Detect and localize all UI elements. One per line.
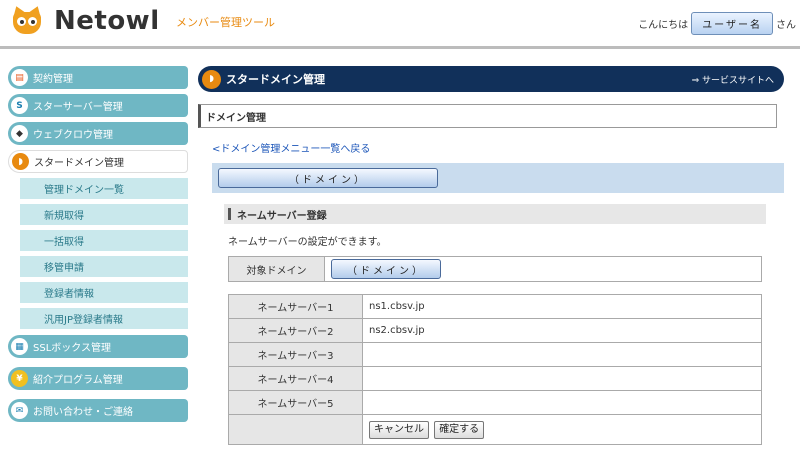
user-greeting: こんにちは ユーザー名 さん — [638, 12, 796, 35]
confirm-button[interactable]: 確定する — [434, 420, 485, 439]
sidebar-sub-domain-list[interactable]: 管理ドメイン一覧 — [20, 178, 188, 199]
target-domain-row: 対象ドメイン （ドメイン） — [228, 256, 762, 282]
star-domain-icon: ◗ — [202, 69, 221, 89]
nameserver-value — [362, 342, 762, 367]
action-cell: キャンセル 確定する — [362, 414, 762, 445]
sidebar-item-webcrow[interactable]: ◆ ウェブクロウ管理 — [8, 122, 188, 145]
domain-button[interactable]: （ドメイン） — [218, 168, 438, 188]
sidebar-item-contact[interactable]: ✉ お問い合わせ・ご連絡 — [8, 399, 188, 422]
header: Netowl メンバー管理ツール こんにちは ユーザー名 さん — [0, 0, 800, 46]
sidebar-item-label: スターサーバー管理 — [33, 102, 123, 113]
section-description: ネームサーバーの設定ができます。 — [228, 237, 387, 248]
target-domain-button[interactable]: （ドメイン） — [331, 259, 441, 279]
nameserver-label: ネームサーバー1 — [228, 294, 363, 319]
sidebar-item-label: スタードメイン管理 — [34, 158, 124, 169]
sidebar-item-label: お問い合わせ・ご連絡 — [33, 407, 133, 418]
section-title-text: ネームサーバー登録 — [237, 210, 327, 222]
section-marker — [228, 208, 231, 220]
ssl-box-icon: ▦ — [11, 338, 28, 355]
table-row: ネームサーバー4 — [228, 366, 762, 391]
user-name-button[interactable]: ユーザー名 — [691, 12, 773, 35]
sidebar-sub-jp-registrant[interactable]: 汎用JP登録者情報 — [20, 308, 188, 329]
logo[interactable]: Netowl — [9, 3, 160, 36]
nameserver-value: ns2.cbsv.jp — [362, 318, 762, 343]
table-row: ネームサーバー3 — [228, 342, 762, 367]
webcrow-icon: ◆ — [11, 125, 28, 142]
mail-icon: ✉ — [11, 402, 28, 419]
tool-name: メンバー管理ツール — [176, 16, 275, 29]
sidebar-item-referral[interactable]: ¥ 紹介プログラム管理 — [8, 367, 188, 390]
domain-management-heading: ドメイン管理 — [198, 104, 777, 128]
nameserver-section: ネームサーバー登録 ネームサーバーの設定ができます。 対象ドメイン （ドメイン）… — [224, 204, 766, 445]
page-title: スタードメイン管理 — [226, 73, 325, 86]
sidebar-sub-transfer[interactable]: 移管申請 — [20, 256, 188, 277]
referral-icon: ¥ — [11, 370, 28, 387]
nameserver-table: ネームサーバー1 ns1.cbsv.jp ネームサーバー2 ns2.cbsv.j… — [228, 294, 762, 445]
nameserver-label: ネームサーバー2 — [228, 318, 363, 343]
table-row: キャンセル 確定する — [228, 414, 762, 445]
star-server-icon: S — [11, 97, 28, 114]
nameserver-label: ネームサーバー3 — [228, 342, 363, 367]
sidebar-item-label: ウェブクロウ管理 — [33, 130, 113, 141]
section-title: ネームサーバー登録 — [224, 204, 766, 224]
service-site-link[interactable]: ⇒ サービスサイトへ — [692, 73, 774, 86]
sidebar-item-ssl-box[interactable]: ▦ SSLボックス管理 — [8, 335, 188, 358]
table-row: ネームサーバー1 ns1.cbsv.jp — [228, 294, 762, 319]
page-title-bar: ◗ スタードメイン管理 ⇒ サービスサイトへ — [198, 66, 784, 92]
sidebar: ▤ 契約管理 S スターサーバー管理 ◆ ウェブクロウ管理 ◗ スタードメイン管… — [8, 66, 188, 427]
sidebar-item-star-server[interactable]: S スターサーバー管理 — [8, 94, 188, 117]
nameserver-value: ns1.cbsv.jp — [362, 294, 762, 319]
sidebar-sub-new[interactable]: 新規取得 — [20, 204, 188, 225]
owl-logo-icon — [9, 3, 45, 36]
target-domain-label: 対象ドメイン — [229, 257, 325, 281]
sidebar-item-label: 紹介プログラム管理 — [33, 375, 123, 386]
sidebar-item-star-domain[interactable]: ◗ スタードメイン管理 — [8, 150, 188, 173]
nameserver-label: ネームサーバー4 — [228, 366, 363, 391]
main-content: ◗ スタードメイン管理 ⇒ サービスサイトへ ドメイン管理 <ドメイン管理メニュ… — [198, 66, 784, 193]
sidebar-sub-bulk[interactable]: 一括取得 — [20, 230, 188, 251]
greeting-prefix: こんにちは — [638, 20, 689, 31]
contract-icon: ▤ — [11, 69, 28, 86]
action-label-cell — [228, 414, 363, 445]
logo-text: Netowl — [54, 6, 160, 36]
table-row: ネームサーバー5 — [228, 390, 762, 415]
nameserver-label: ネームサーバー5 — [228, 390, 363, 415]
header-divider — [0, 46, 800, 49]
greeting-suffix: さん — [776, 20, 796, 31]
domain-selector-strip: （ドメイン） — [212, 163, 784, 193]
sidebar-sub-registrant[interactable]: 登録者情報 — [20, 282, 188, 303]
sidebar-item-contract[interactable]: ▤ 契約管理 — [8, 66, 188, 89]
table-row: ネームサーバー2 ns2.cbsv.jp — [228, 318, 762, 343]
star-domain-icon: ◗ — [12, 153, 29, 170]
nameserver-value — [362, 390, 762, 415]
sidebar-item-label: SSLボックス管理 — [33, 343, 111, 354]
back-to-menu-link[interactable]: <ドメイン管理メニュー一覧へ戻る — [212, 140, 784, 155]
cancel-button[interactable]: キャンセル — [369, 420, 429, 439]
sidebar-item-label: 契約管理 — [33, 74, 73, 85]
nameserver-value — [362, 366, 762, 391]
